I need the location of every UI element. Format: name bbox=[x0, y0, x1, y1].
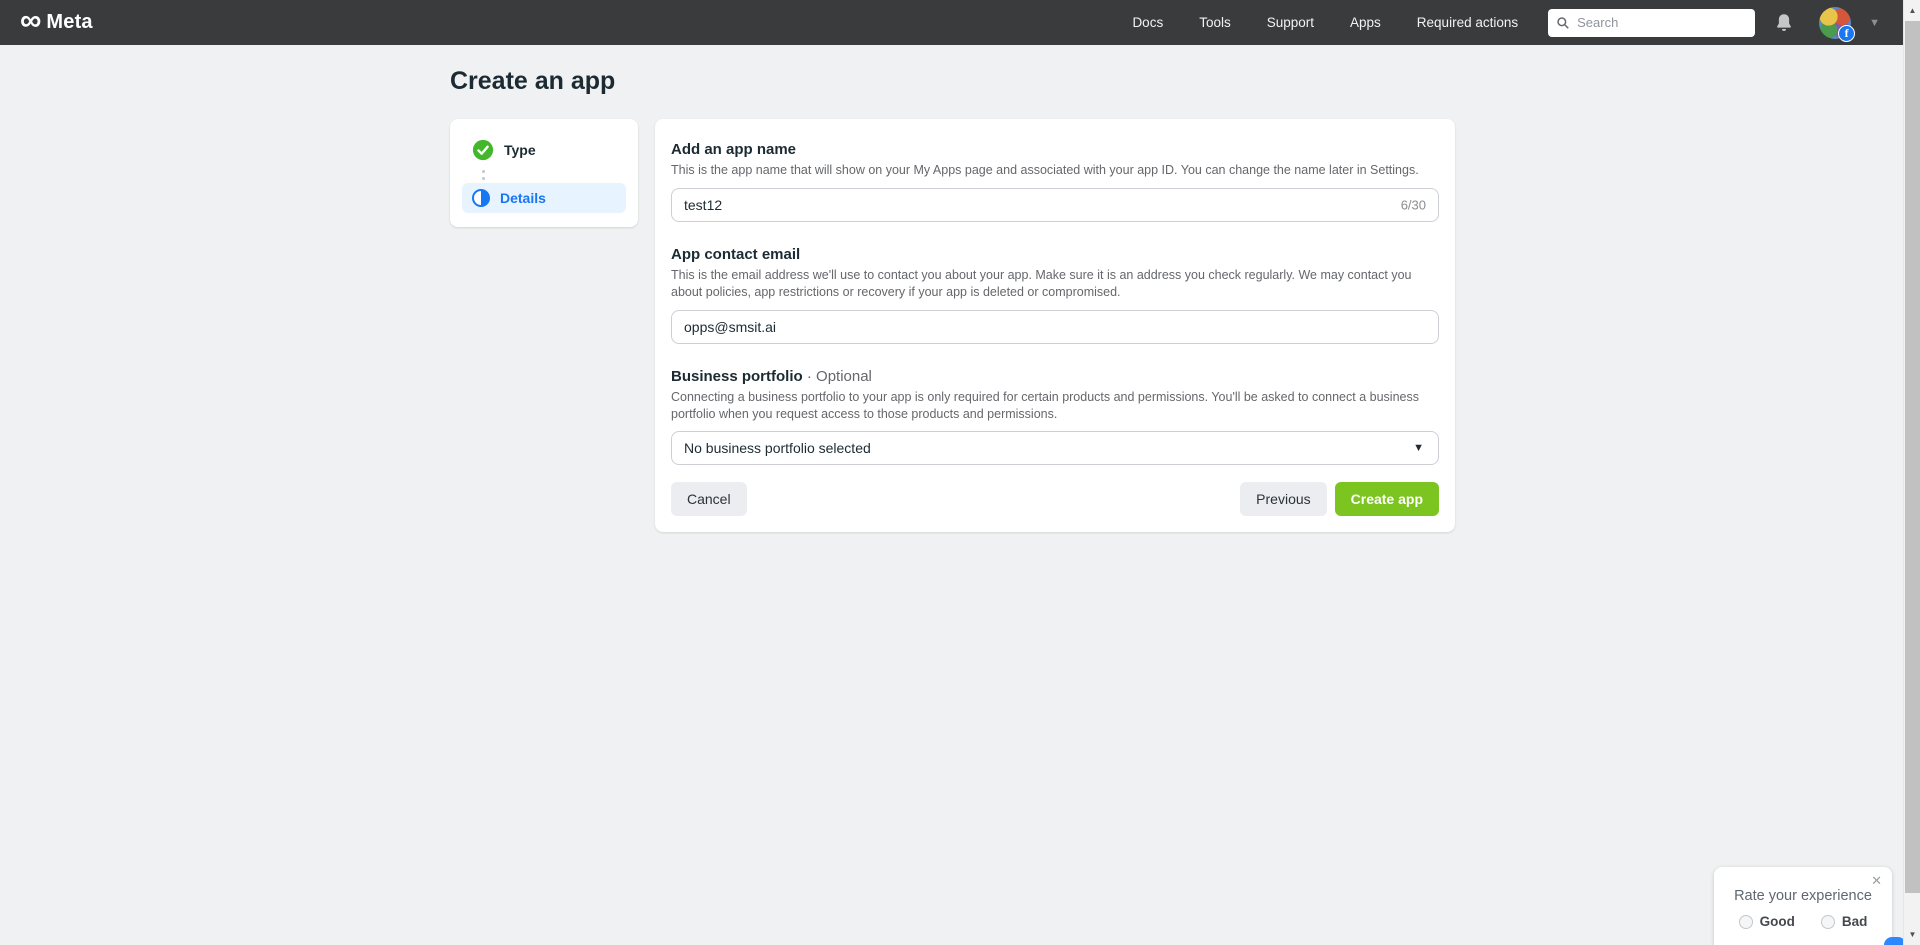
scroll-up-icon: ▲ bbox=[1908, 6, 1917, 15]
create-app-form: Add an app name This is the app name tha… bbox=[655, 119, 1455, 533]
app-name-description: This is the app name that will show on y… bbox=[671, 163, 1419, 177]
feedback-widget: ✕ Rate your experience Good Bad bbox=[1714, 867, 1892, 945]
nav-link-docs[interactable]: Docs bbox=[1132, 15, 1163, 30]
scrollbar-thumb[interactable] bbox=[1905, 21, 1920, 893]
create-app-button[interactable]: Create app bbox=[1334, 482, 1439, 517]
meta-infinity-icon: ∞ bbox=[20, 3, 42, 37]
feedback-option-good[interactable]: Good bbox=[1738, 914, 1795, 929]
search-icon bbox=[1557, 16, 1569, 29]
radio-good[interactable] bbox=[1738, 914, 1753, 929]
nav-links: Docs Tools Support Apps Required actions bbox=[1132, 15, 1518, 30]
contact-email-input[interactable] bbox=[671, 309, 1439, 344]
char-counter: 6/30 bbox=[1400, 197, 1426, 213]
search-box[interactable] bbox=[1548, 8, 1756, 37]
form-footer: Cancel Previous Create app bbox=[671, 482, 1439, 517]
user-avatar[interactable]: f bbox=[1819, 6, 1856, 42]
feedback-good-label: Good bbox=[1759, 914, 1795, 929]
scroll-up-button[interactable]: ▲ bbox=[1904, 2, 1920, 19]
business-portfolio-field: Business portfolio · Optional Connecting… bbox=[671, 368, 1439, 466]
nav-link-apps[interactable]: Apps bbox=[1350, 15, 1381, 30]
scroll-down-icon: ▼ bbox=[1908, 930, 1917, 939]
scroll-down-button[interactable]: ▼ bbox=[1904, 926, 1920, 943]
half-progress-icon bbox=[472, 189, 490, 207]
optional-tag: · Optional bbox=[806, 367, 872, 385]
radio-bad[interactable] bbox=[1820, 914, 1835, 929]
facebook-badge-icon: f bbox=[1838, 24, 1856, 42]
app-name-label: Add an app name bbox=[671, 141, 797, 158]
business-portfolio-label: Business portfolio · Optional bbox=[671, 367, 872, 385]
main-content: Create an app Type Details Add an app na… bbox=[0, 45, 1920, 533]
cancel-button[interactable]: Cancel bbox=[671, 482, 747, 517]
nav-link-support[interactable]: Support bbox=[1267, 15, 1314, 30]
app-name-field: Add an app name This is the app name tha… bbox=[671, 141, 1439, 222]
contact-email-description: This is the email address we'll use to c… bbox=[671, 267, 1412, 299]
chevron-down-icon: ▼ bbox=[1413, 442, 1424, 455]
step-details-label: Details bbox=[500, 190, 546, 206]
feedback-bad-label: Bad bbox=[1841, 914, 1868, 929]
step-details[interactable]: Details bbox=[462, 183, 626, 213]
business-portfolio-selected-value: No business portfolio selected bbox=[684, 440, 871, 457]
feedback-title: Rate your experience bbox=[1734, 888, 1872, 904]
step-connector bbox=[462, 167, 626, 183]
close-icon[interactable]: ✕ bbox=[1871, 873, 1882, 889]
previous-button[interactable]: Previous bbox=[1240, 482, 1327, 517]
stepper: Type Details bbox=[450, 119, 638, 227]
search-input[interactable] bbox=[1577, 15, 1748, 30]
meta-logo-text: Meta bbox=[46, 11, 93, 33]
page-title: Create an app bbox=[450, 67, 616, 95]
app-name-input[interactable] bbox=[671, 187, 1439, 222]
scrollbar[interactable]: ▲ ▼ bbox=[1903, 0, 1920, 945]
step-type-label: Type bbox=[504, 142, 536, 158]
feedback-option-bad[interactable]: Bad bbox=[1820, 914, 1868, 929]
step-type[interactable]: Type bbox=[462, 133, 626, 167]
nav-link-required-actions[interactable]: Required actions bbox=[1417, 15, 1518, 30]
profile-menu-caret-icon[interactable]: ▼ bbox=[1869, 17, 1880, 29]
contact-email-label: App contact email bbox=[671, 245, 801, 263]
top-navbar: ∞ Meta Docs Tools Support Apps Required … bbox=[0, 0, 1920, 45]
notifications-bell-icon[interactable] bbox=[1773, 11, 1797, 35]
contact-email-field: App contact email This is the email addr… bbox=[671, 246, 1439, 344]
business-portfolio-description: Connecting a business portfolio to your … bbox=[671, 389, 1419, 421]
nav-link-tools[interactable]: Tools bbox=[1199, 15, 1231, 30]
meta-logo[interactable]: ∞ Meta bbox=[20, 3, 93, 38]
page-root: ∞ Meta Docs Tools Support Apps Required … bbox=[0, 0, 1920, 945]
check-circle-icon bbox=[472, 139, 494, 161]
business-portfolio-select[interactable]: No business portfolio selected ▼ bbox=[671, 431, 1439, 466]
